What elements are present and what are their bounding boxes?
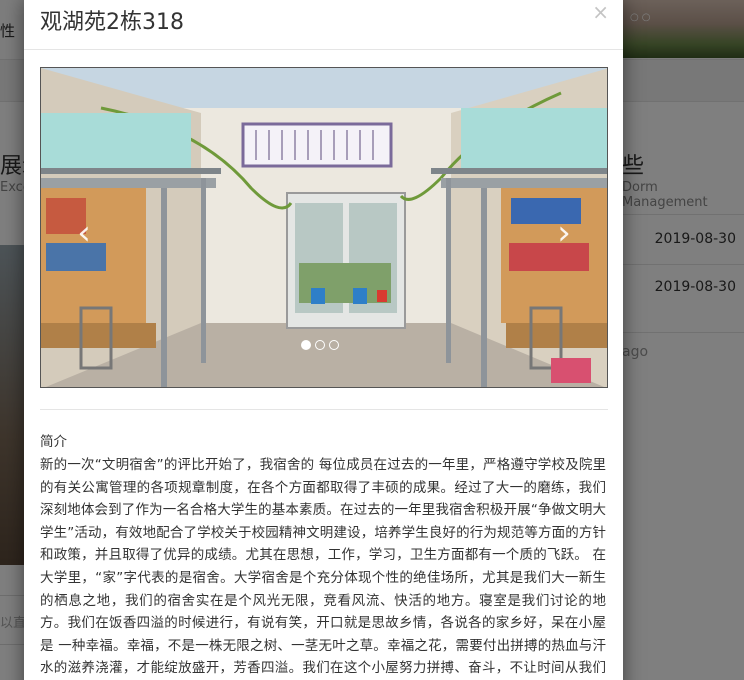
intro-heading: 简介 <box>40 434 67 450</box>
carousel-prev-arrow[interactable]: ‹ <box>69 213 99 253</box>
room-photo-carousel[interactable]: ‹ › <box>40 67 608 388</box>
intro-text: 新的一次“文明宿舍”的评比开始了，我宿舍的 每位成员在过去的一年里，严格遵守学校… <box>40 457 606 677</box>
close-icon[interactable]: × <box>592 2 609 22</box>
carousel-indicator[interactable] <box>315 340 325 350</box>
carousel-indicator[interactable] <box>301 340 311 350</box>
carousel-indicators <box>301 340 339 350</box>
section-divider <box>40 409 608 410</box>
modal-header: 观湖苑2栋318 × <box>24 0 623 50</box>
carousel-indicator[interactable] <box>329 340 339 350</box>
room-detail-modal: 观湖苑2栋318 × ‹ › 简介 新的一次“文明宿舍”的评比开始了，我宿舍的 … <box>24 0 623 680</box>
modal-title: 观湖苑2栋318 <box>40 10 184 35</box>
carousel-next-arrow[interactable]: › <box>549 213 579 253</box>
